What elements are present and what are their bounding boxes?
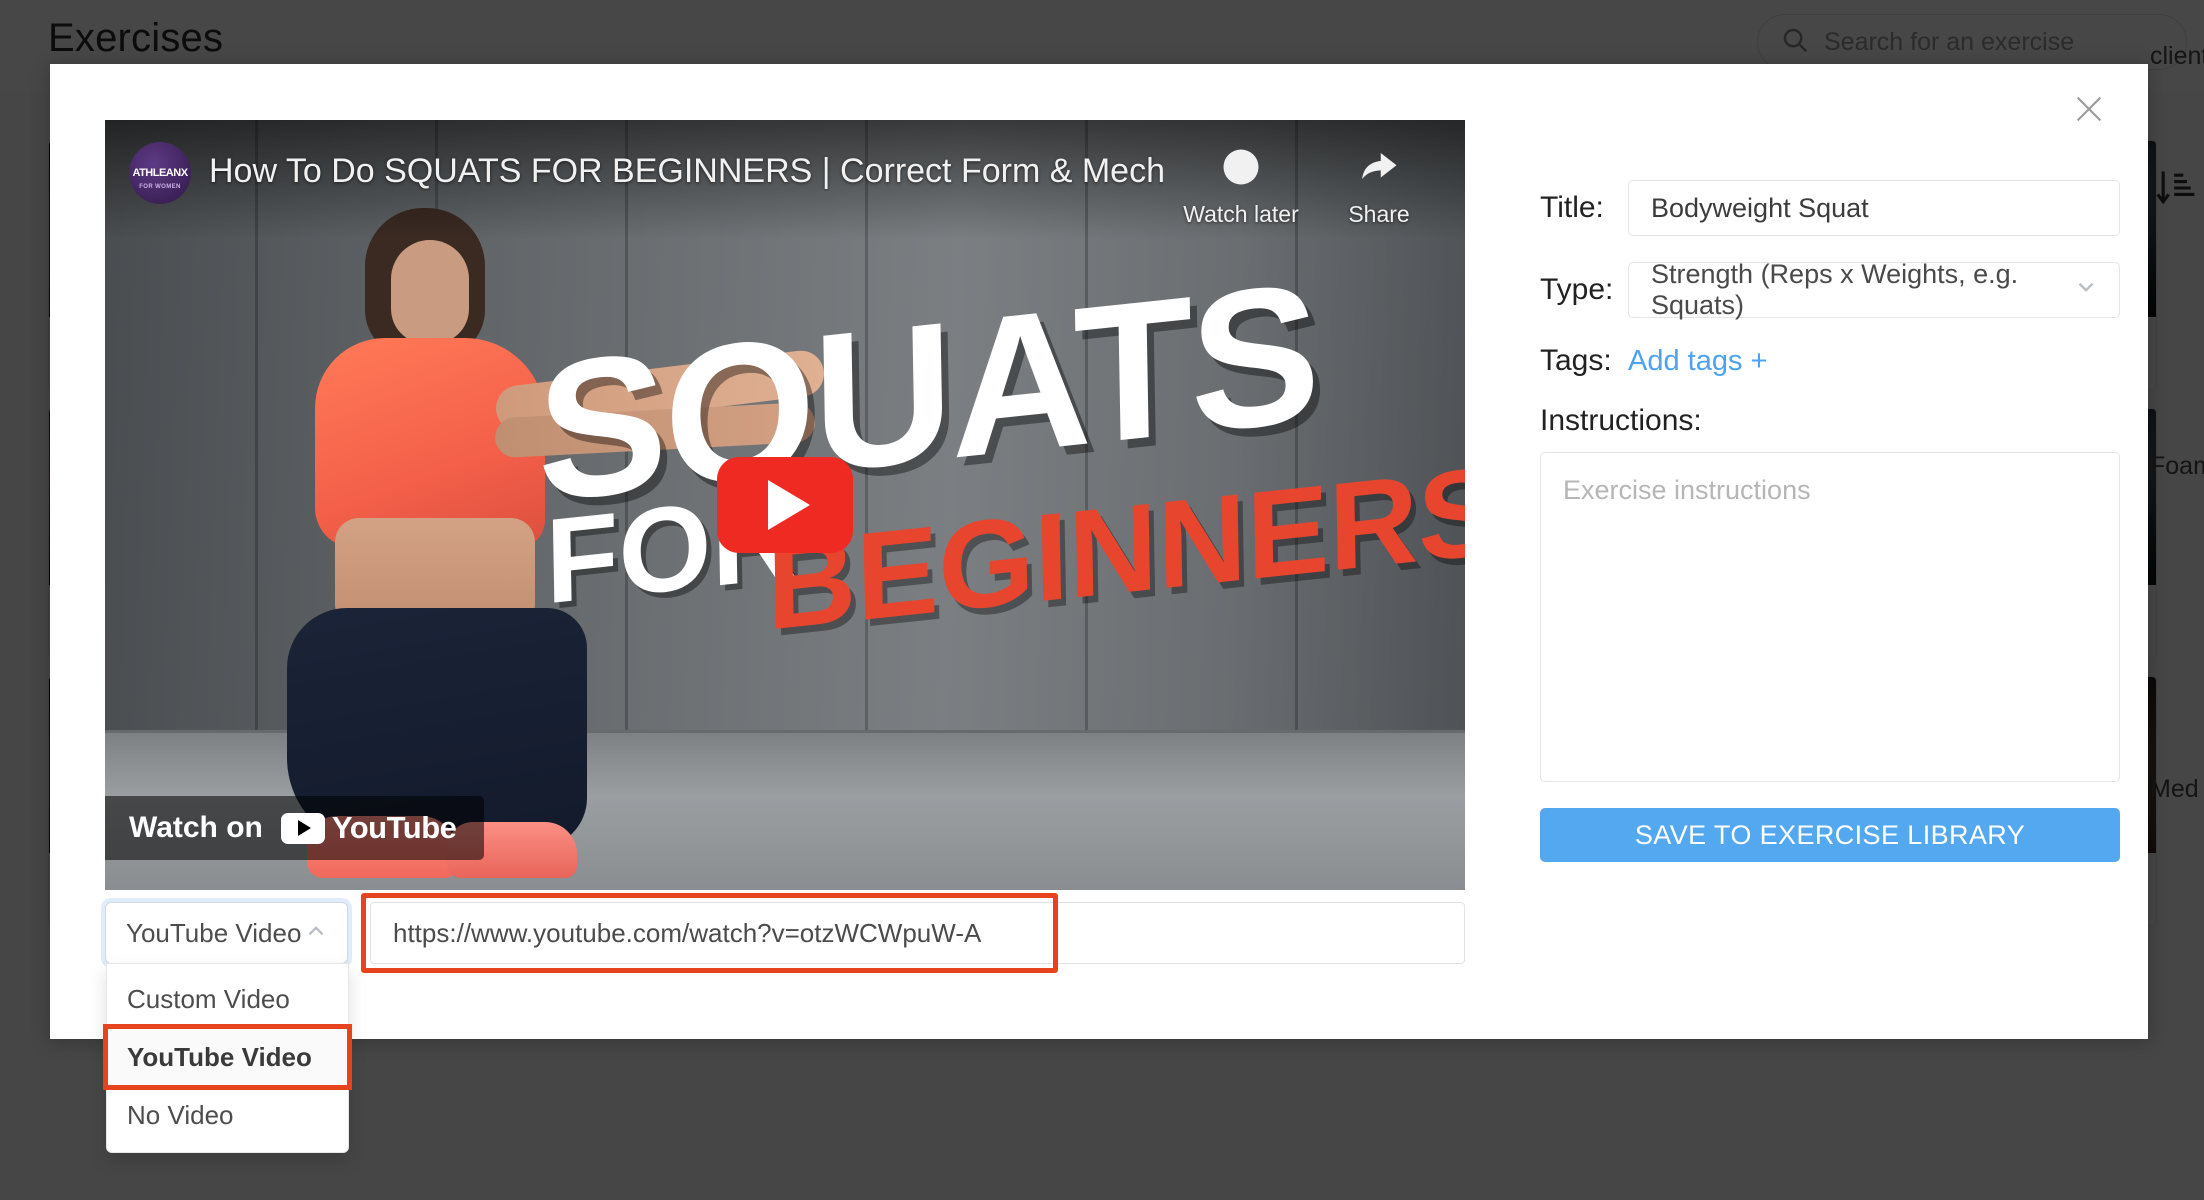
save-button-label: SAVE TO EXERCISE LIBRARY xyxy=(1634,819,2026,850)
add-tags-button[interactable]: Add tags + xyxy=(1628,345,1767,378)
watch-on-label: Watch on xyxy=(129,811,263,844)
type-label: Type: xyxy=(1540,273,1614,306)
type-select[interactable]: Strength (Reps x Weights, e.g. Squats) xyxy=(1628,259,2120,320)
app-root: Alternating Single Leg Skater Squat Alte… xyxy=(0,0,2204,1200)
share-label: Share xyxy=(1348,201,1410,227)
video-source-option-youtube-video[interactable]: YouTube Video xyxy=(103,1024,352,1090)
chevron-up-icon xyxy=(303,918,329,949)
play-button-icon[interactable] xyxy=(717,457,853,553)
channel-logo-primary: ATHLEANX xyxy=(132,166,188,179)
youtube-embed-player[interactable]: SQUATS FOR BEGINNERS ATHLEANX FOR WOMEN … xyxy=(105,120,1465,890)
youtube-logo-icon: YouTube xyxy=(280,810,457,846)
clock-icon xyxy=(1220,146,1262,193)
instructions-placeholder: Exercise instructions xyxy=(1563,475,1811,505)
share-button[interactable]: Share xyxy=(1319,142,1439,228)
option-label: Custom Video xyxy=(127,983,290,1014)
video-source-selected-value: YouTube Video xyxy=(126,917,302,948)
exercise-editor-modal: SQUATS FOR BEGINNERS ATHLEANX FOR WOMEN … xyxy=(50,64,2148,1153)
watch-later-label: Watch later xyxy=(1183,201,1299,227)
type-field-row: Type: Strength (Reps x Weights, e.g. Squ… xyxy=(1540,259,2120,320)
option-label: No Video xyxy=(127,1099,234,1130)
title-value: Bodyweight Squat xyxy=(1651,192,1869,223)
share-arrow-icon xyxy=(1358,146,1400,193)
title-label: Title: xyxy=(1540,191,1604,224)
video-url-value: https://www.youtube.com/watch?v=otzWCWpu… xyxy=(393,917,982,948)
video-source-dropdown-menu: Custom Video YouTube Video No Video xyxy=(103,963,352,1153)
youtube-top-bar: ATHLEANX FOR WOMEN How To Do SQUATS FOR … xyxy=(105,120,1465,240)
tags-label: Tags: xyxy=(1540,344,1612,377)
chevron-down-icon xyxy=(2073,274,2099,307)
youtube-wordmark: YouTube xyxy=(331,810,457,845)
instructions-textarea[interactable]: Exercise instructions xyxy=(1540,452,2120,782)
video-url-input[interactable]: https://www.youtube.com/watch?v=otzWCWpu… xyxy=(370,902,1465,964)
video-url-wrapper: https://www.youtube.com/watch?v=otzWCWpu… xyxy=(361,893,1465,973)
close-icon[interactable] xyxy=(2066,86,2112,132)
title-field-row: Title: Bodyweight Squat xyxy=(1540,180,2120,236)
save-to-exercise-library-button[interactable]: SAVE TO EXERCISE LIBRARY xyxy=(1540,808,2120,862)
title-input[interactable]: Bodyweight Squat xyxy=(1628,180,2120,236)
channel-avatar[interactable]: ATHLEANX FOR WOMEN xyxy=(129,142,191,204)
video-source-select[interactable]: YouTube Video Custom Video YouTube Video… xyxy=(103,902,352,1153)
channel-logo-secondary: FOR WOMEN xyxy=(139,184,181,190)
instructions-label: Instructions: xyxy=(1540,404,1702,437)
video-source-option-no-video[interactable]: No Video xyxy=(107,1086,348,1144)
tags-field-row: Tags: Add tags + xyxy=(1540,344,2120,378)
video-source-row: YouTube Video Custom Video YouTube Video… xyxy=(103,893,1465,1153)
exercise-form: Title: Bodyweight Squat Type: Strength (… xyxy=(1540,180,2120,862)
video-source-option-custom-video[interactable]: Custom Video xyxy=(107,970,348,1028)
video-preview-column: SQUATS FOR BEGINNERS ATHLEANX FOR WOMEN … xyxy=(105,120,1465,890)
watch-later-button[interactable]: Watch later xyxy=(1181,142,1301,228)
type-value: Strength (Reps x Weights, e.g. Squats) xyxy=(1651,259,2019,320)
option-label: YouTube Video xyxy=(127,1041,312,1072)
video-title[interactable]: How To Do SQUATS FOR BEGINNERS | Correct… xyxy=(209,142,1163,191)
watch-on-youtube-badge[interactable]: Watch on YouTube xyxy=(105,796,485,860)
